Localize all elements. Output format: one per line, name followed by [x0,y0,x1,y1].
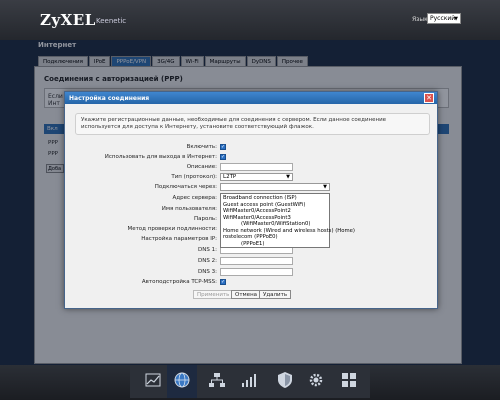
description-label: Описание: [186,164,217,170]
ip-settings-label: Настройка параметров IP: [141,236,217,242]
password-label: Пароль: [194,216,217,222]
apps-icon[interactable] [340,371,358,389]
signal-icon[interactable] [240,371,258,389]
chevron-down-icon: ▼ [286,174,290,180]
globe-icon[interactable] [173,371,191,389]
apply-button[interactable]: Применить [193,290,234,299]
dropdown-option[interactable]: Guest access point (GuestWiFi) [223,202,305,208]
username-label: Имя пользователя: [161,206,217,212]
dropdown-option[interactable]: WifiMaster0/AccessPoint2 [223,208,291,214]
use-internet-label: Использовать для выхода в Интернет: [104,154,217,160]
dropdown-option[interactable]: Broadband connection (ISP) [223,195,297,201]
dropdown-option[interactable]: Home network (Wired and wireless hosts) … [223,228,355,234]
dns1-label: DNS 1: [198,247,217,253]
protocol-value: L2TP [223,174,237,180]
brand-logo: ZyXEL [40,11,96,29]
via-dropdown-list: Broadband connection (ISP) Guest access … [220,193,355,248]
auth-method-label: Метод проверки подлинности: [127,226,217,232]
use-internet-checkbox[interactable]: ✓ [220,154,226,160]
gear-icon[interactable] [307,371,325,389]
dialog-info-text: Укажите регистрационные данные, необходи… [75,113,430,135]
dropdown-option[interactable]: (PPPoE1) [241,241,264,247]
via-select[interactable]: ▼ [220,183,330,191]
dns2-input[interactable] [220,257,293,265]
dialog-title: Настройка соединения [65,92,437,104]
dropdown-option[interactable]: WifiMaster0/AccessPoint3 [223,215,291,221]
enable-label: Включить: [186,144,217,150]
language-select[interactable]: Русский ▼ [427,13,461,24]
delete-button[interactable]: Удалить [259,290,292,299]
device-model: Keenetic [96,17,127,25]
dropdown-option[interactable]: (WifiMaster0/WifiStation0) [241,221,310,227]
enable-checkbox[interactable]: ✓ [220,144,226,150]
chart-icon[interactable] [144,371,162,389]
chevron-down-icon: ▼ [323,184,327,190]
server-label: Адрес сервера: [172,195,217,201]
cancel-button[interactable]: Отмена [231,290,262,299]
tcp-mss-label: Автоподстройка TCP-MSS: [141,279,217,285]
dns3-label: DNS 3: [198,269,217,275]
protocol-select[interactable]: L2TP ▼ [220,173,293,181]
network-icon[interactable] [208,371,226,389]
tcp-mss-checkbox[interactable]: ✓ [220,279,226,285]
connection-settings-dialog: Настройка соединения ✕ Укажите регистрац… [64,91,438,309]
close-icon[interactable]: ✕ [424,93,434,103]
description-input[interactable] [220,163,293,171]
language-value: Русский [430,15,456,22]
dropdown-option[interactable]: rostelecom (PPPoE0) [223,234,278,240]
via-label: Подключаться через: [154,184,217,190]
chevron-down-icon: ▼ [454,16,458,22]
shield-icon[interactable] [276,371,294,389]
dns3-input[interactable] [220,268,293,276]
dns2-label: DNS 2: [198,258,217,264]
protocol-label: Тип (протокол): [171,174,217,180]
